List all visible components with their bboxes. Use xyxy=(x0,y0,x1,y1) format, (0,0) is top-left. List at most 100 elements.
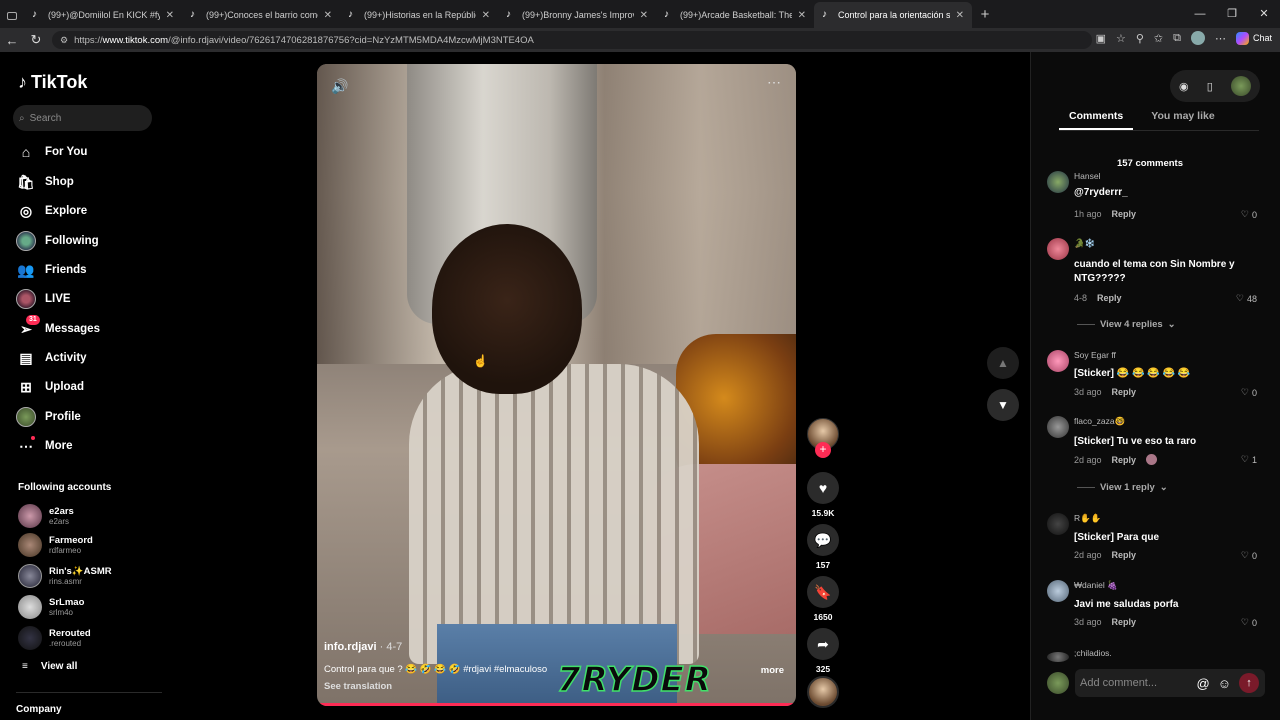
save-button[interactable]: 🔖 1650 xyxy=(807,576,839,622)
nav-upload[interactable]: ⊞ Upload xyxy=(16,376,84,398)
avatar[interactable] xyxy=(1047,513,1069,535)
browser-tab[interactable]: ♪ (99+)Conoces el barrio como la p ✕ xyxy=(182,2,340,28)
coin-icon[interactable]: ◉ xyxy=(1179,80,1189,93)
close-tab-icon[interactable]: ✕ xyxy=(324,10,332,21)
mention-icon[interactable]: @ xyxy=(1197,676,1210,691)
nav-explore[interactable]: ◎ Explore xyxy=(16,200,87,222)
tab-you-may-like[interactable]: You may like xyxy=(1151,110,1214,130)
nav-friends[interactable]: 👥 Friends xyxy=(16,259,86,281)
reply-button[interactable]: Reply xyxy=(1112,550,1137,560)
extensions-icon[interactable]: ⚲ xyxy=(1136,32,1144,45)
following-account[interactable]: Rerouted .rerouted xyxy=(18,626,91,650)
reply-button[interactable]: Reply xyxy=(1097,293,1122,303)
url-field[interactable]: ⚙ https://www.tiktok.com/@info.rdjavi/vi… xyxy=(52,31,1092,49)
comment-like-button[interactable]: ♡ 1 xyxy=(1241,454,1257,465)
minimize-icon[interactable]: — xyxy=(1184,0,1216,28)
comment-username[interactable]: Hansel xyxy=(1074,171,1100,181)
video-author[interactable]: info.rdjavi · 4-7 xyxy=(324,641,402,653)
copilot-chat-button[interactable]: Chat xyxy=(1235,31,1272,45)
company-link[interactable]: Company xyxy=(16,704,62,715)
settings-more-icon[interactable]: ⋯ xyxy=(1215,32,1226,45)
tab-comments[interactable]: Comments xyxy=(1059,110,1134,130)
restore-icon[interactable]: ❐ xyxy=(1216,0,1248,28)
nav-for-you[interactable]: ⌂ For You xyxy=(16,141,88,163)
read-view-icon[interactable]: ▣ xyxy=(1096,32,1106,45)
user-avatar[interactable] xyxy=(1230,76,1251,96)
comment-button[interactable]: 💬 157 xyxy=(807,524,839,570)
browser-tab[interactable]: ♪ (99+)Bronny James's Improving Bc ✕ xyxy=(498,2,656,28)
nav-messages[interactable]: ➢ 31 Messages xyxy=(16,315,100,340)
view-replies-button[interactable]: View 4 replies ⌄ xyxy=(1077,319,1176,330)
nav-profile[interactable]: Profile xyxy=(16,406,81,428)
avatar[interactable] xyxy=(1047,652,1069,662)
comment-like-button[interactable]: ♡ 0 xyxy=(1241,550,1257,561)
browser-tab[interactable]: ♪ (99+)Arcade Basketball: The Last E ✕ xyxy=(656,2,814,28)
collections-icon[interactable]: ⧉ xyxy=(1173,32,1181,45)
nav-live[interactable]: LIVE xyxy=(16,288,71,310)
comment-like-button[interactable]: ♡ 0 xyxy=(1241,617,1257,628)
comment-like-button[interactable]: ♡ 0 xyxy=(1241,209,1257,220)
close-window-icon[interactable]: ✕ xyxy=(1248,0,1280,28)
avatar[interactable] xyxy=(1047,350,1069,372)
share-button[interactable]: ➦ 325 xyxy=(807,628,839,674)
view-all-button[interactable]: ≡ View all xyxy=(22,661,77,672)
follow-plus-icon[interactable]: + xyxy=(815,442,831,458)
video-more-icon[interactable]: ⋯ xyxy=(767,74,782,91)
tiktok-logo[interactable]: ♪ TikTok xyxy=(18,72,87,93)
video-progress-bar[interactable] xyxy=(317,703,796,706)
avatar[interactable] xyxy=(1047,416,1069,438)
comment-username[interactable]: Soy Egar ff xyxy=(1074,350,1116,360)
avatar[interactable] xyxy=(1047,580,1069,602)
device-icon[interactable]: ▯ xyxy=(1207,80,1213,93)
following-account[interactable]: Farmeord rdfarmeo xyxy=(18,533,93,557)
comment-username[interactable]: ₩daniel 🍇 xyxy=(1074,580,1118,591)
comment-username[interactable]: flaco_zaza🤓 xyxy=(1074,416,1125,427)
reply-button[interactable]: Reply xyxy=(1112,209,1137,219)
following-account[interactable]: Rin's✨ASMR rins.asmr xyxy=(18,564,112,588)
back-icon[interactable]: ← xyxy=(0,33,24,48)
add-comment-input[interactable]: Add comment... @ ☺ xyxy=(1075,669,1265,697)
profile-avatar[interactable] xyxy=(1190,31,1205,45)
close-tab-icon[interactable]: ✕ xyxy=(166,10,174,21)
emoji-icon[interactable]: ☺ xyxy=(1218,676,1231,691)
next-video-button[interactable]: ▼ xyxy=(987,389,1019,421)
previous-video-button[interactable]: ▲ xyxy=(987,347,1019,379)
avatar[interactable] xyxy=(1047,171,1069,193)
favorite-star-icon[interactable]: ☆ xyxy=(1116,32,1126,45)
new-tab-button[interactable]: + xyxy=(972,2,998,28)
close-tab-icon[interactable]: ✕ xyxy=(640,10,648,21)
avatar[interactable] xyxy=(1047,238,1069,260)
comment-like-button[interactable]: ♡ 0 xyxy=(1241,387,1257,398)
nav-following[interactable]: Following xyxy=(16,230,99,252)
see-translation-button[interactable]: See translation xyxy=(324,681,392,692)
reply-button[interactable]: Reply xyxy=(1112,455,1137,465)
sound-disc-avatar[interactable] xyxy=(807,676,839,708)
nav-activity[interactable]: ▤ Activity xyxy=(16,347,86,369)
view-replies-button[interactable]: View 1 reply ⌄ xyxy=(1077,482,1168,493)
close-tab-icon[interactable]: ✕ xyxy=(956,10,964,21)
browser-tab[interactable]: ♪ (99+)@Domiilol En KICK #fyp #vi ✕ xyxy=(24,2,182,28)
close-tab-icon[interactable]: ✕ xyxy=(798,10,806,21)
video-player[interactable]: 🔊 ⋯ ☝ info.rdjavi · 4-7 Control para que… xyxy=(317,64,796,706)
following-account[interactable]: e2ars e2ars xyxy=(18,504,74,528)
nav-more[interactable]: ⋯ More xyxy=(16,435,72,457)
search-input[interactable]: ⌕ Search xyxy=(13,105,152,131)
volume-icon[interactable]: 🔊 xyxy=(331,78,348,95)
caption-more-button[interactable]: more xyxy=(761,665,784,676)
site-info-icon[interactable]: ⚙ xyxy=(60,35,68,46)
like-button[interactable]: ♥ 15.9K xyxy=(807,472,839,518)
close-tab-icon[interactable]: ✕ xyxy=(482,10,490,21)
comment-username[interactable]: ;chiladios. xyxy=(1074,648,1112,658)
following-account[interactable]: SrLmao srlm4o xyxy=(18,595,84,619)
browser-tab-active[interactable]: ♪ Control para la orientación sexual ✕ xyxy=(814,2,972,28)
reply-button[interactable]: Reply xyxy=(1112,387,1137,397)
favorites-icon[interactable]: ✩ xyxy=(1154,32,1163,45)
reload-icon[interactable]: ↻ xyxy=(24,32,48,48)
tab-actions[interactable] xyxy=(0,12,24,28)
comment-username[interactable]: R✋✋ xyxy=(1074,513,1101,524)
reply-button[interactable]: Reply xyxy=(1112,617,1137,627)
nav-shop[interactable]: 🛍 Shop xyxy=(16,171,74,193)
comment-username[interactable]: 🐊❄️ xyxy=(1074,238,1095,249)
comment-like-button[interactable]: ♡ 48 xyxy=(1236,293,1257,304)
browser-tab[interactable]: ♪ (99+)Historias en la República Do ✕ xyxy=(340,2,498,28)
